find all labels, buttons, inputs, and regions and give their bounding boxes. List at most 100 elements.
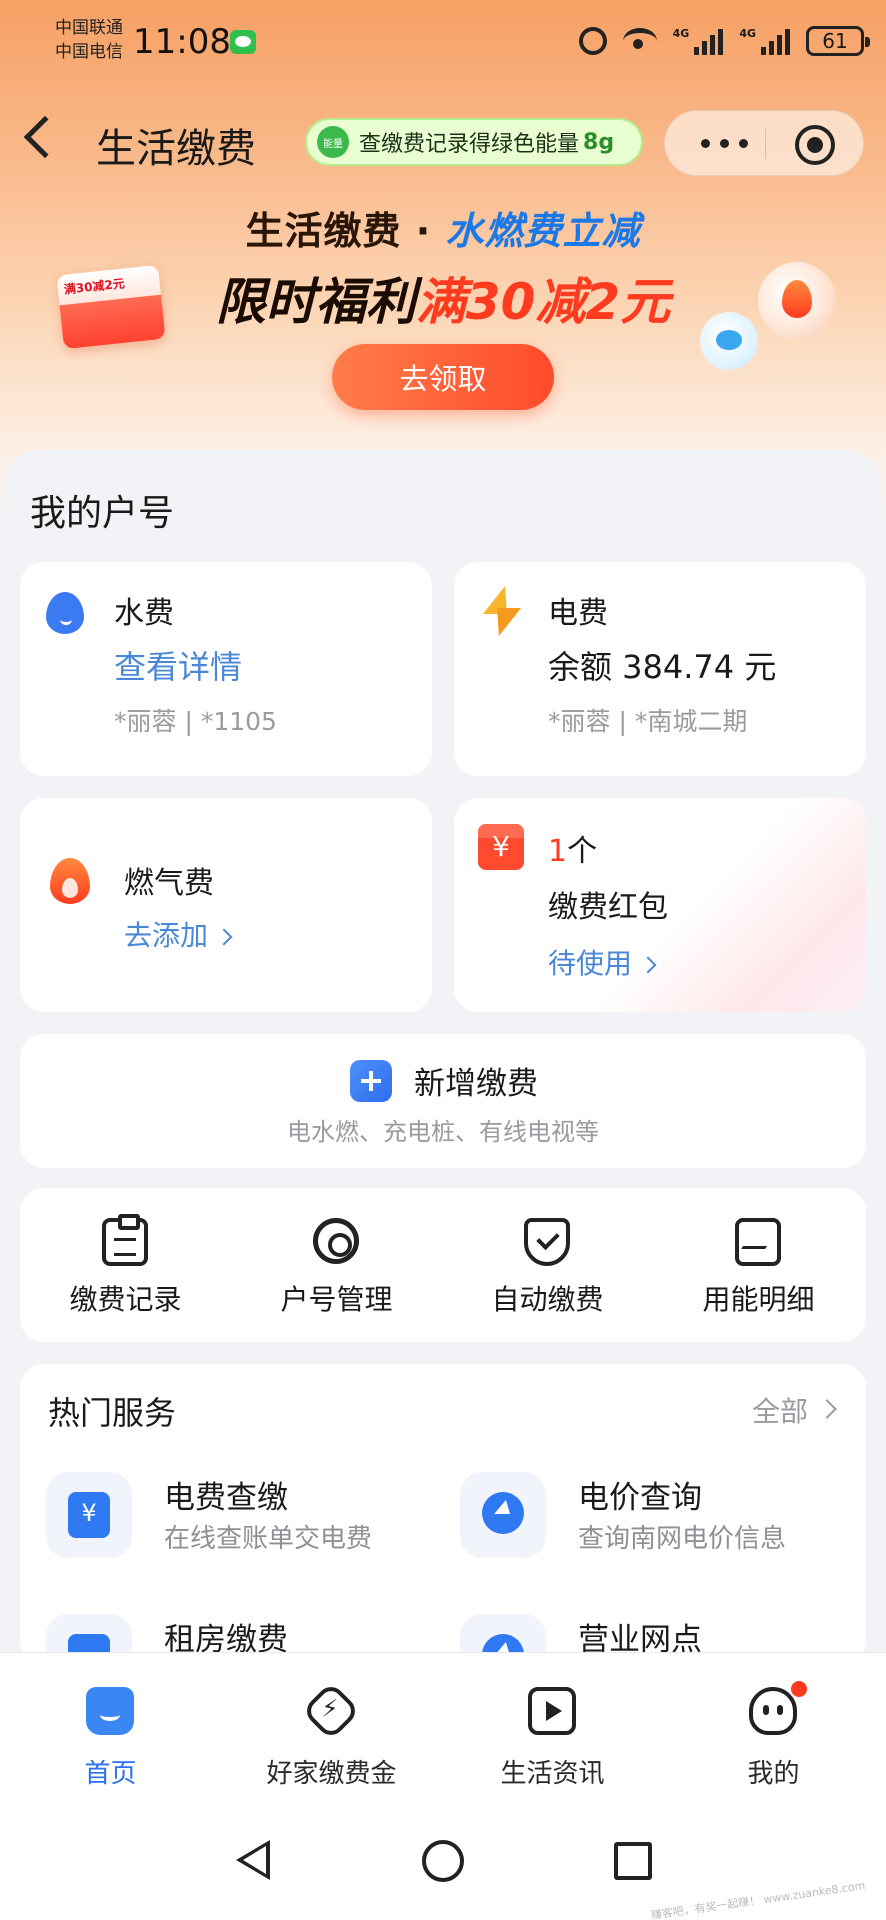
- gas-add-label: 去添加: [124, 919, 209, 952]
- system-navigation-bar: 赚客吧，有奖一起赚！ www.zuanke8.com: [0, 1790, 886, 1920]
- gear-icon: [313, 1218, 359, 1264]
- tool-usage-details[interactable]: 用能明细: [653, 1188, 864, 1342]
- tool-label: 户号管理: [280, 1283, 393, 1316]
- water-drop-icon: [46, 592, 84, 634]
- chart-doc-icon: [735, 1218, 781, 1266]
- service-name: 电价查询: [578, 1480, 702, 1516]
- chevron-right-icon: [215, 928, 233, 946]
- service-desc: 在线查账单交电费: [164, 1524, 373, 1554]
- page-title: 生活缴费: [96, 126, 256, 172]
- tab-label: 生活资讯: [500, 1759, 605, 1789]
- status-icons: 4G 4G 61: [578, 26, 870, 56]
- redpack-card[interactable]: ¥ 1个 缴费红包 待使用: [454, 798, 866, 1012]
- watermark: 赚客吧，有奖一起赚！ www.zuanke8.com: [650, 1879, 866, 1920]
- receipt-icon: ¥: [46, 1472, 132, 1558]
- tool-account-management[interactable]: 户号管理: [231, 1188, 442, 1342]
- play-icon: [528, 1687, 576, 1735]
- tab-life-news[interactable]: 生活资讯: [442, 1653, 663, 1791]
- lightning-icon: [480, 586, 520, 638]
- promo-line2-prefix: 限时福利: [215, 273, 416, 331]
- water-card-name: 水费: [114, 596, 174, 631]
- tools-row: 缴费记录 户号管理 自动缴费 用能明细: [20, 1188, 866, 1342]
- add-payment-subtitle: 电水燃、充电桩、有线电视等: [287, 1118, 599, 1146]
- promo-line1-highlight: 水燃费立减: [445, 209, 641, 253]
- clipboard-icon: [102, 1214, 148, 1266]
- green-energy-pill[interactable]: 能量 查缴费记录得绿色能量 8g: [305, 118, 643, 166]
- energy-pill-amount: 8g: [583, 129, 615, 155]
- flame-ball-icon: [758, 262, 836, 340]
- gas-card-name: 燃气费: [124, 866, 214, 901]
- redpack-use-label: 待使用: [548, 947, 633, 980]
- system-home-icon[interactable]: [422, 1840, 464, 1882]
- tool-label: 缴费记录: [69, 1283, 182, 1316]
- tab-label: 好家缴费金: [266, 1759, 397, 1789]
- chevron-right-icon: [639, 956, 657, 974]
- energy-leaf-icon: 能量: [317, 126, 349, 158]
- system-back-icon[interactable]: [236, 1840, 270, 1880]
- miniapp-capsule: [664, 110, 864, 176]
- tab-home[interactable]: 首页: [0, 1653, 221, 1791]
- service-electric-pay[interactable]: ¥ 电费查缴 在线查账单交电费: [46, 1472, 446, 1572]
- status-time: 11:08: [133, 22, 231, 62]
- gas-card[interactable]: 燃气费 去添加: [20, 798, 432, 1012]
- red-envelope-label: 满30减2元: [63, 276, 126, 297]
- tab-payment-gold[interactable]: 好家缴费金: [221, 1653, 442, 1791]
- water-ball-icon: [700, 312, 758, 370]
- red-envelope-illustration: 满30减2元: [56, 264, 166, 350]
- more-icon[interactable]: [701, 131, 757, 155]
- redpack-use-link[interactable]: 待使用: [548, 942, 657, 982]
- shield-check-icon: [524, 1218, 570, 1266]
- tool-payment-records[interactable]: 缴费记录: [20, 1188, 231, 1342]
- notification-dot: [789, 1679, 809, 1699]
- redpack-card-name: 缴费红包: [548, 890, 668, 925]
- electric-card-meta: *丽蓉 | *南城二期: [548, 707, 748, 736]
- lightning-badge-icon: [301, 1681, 361, 1741]
- status-bar: 中国联通 中国电信 11:08 4G 4G 61: [0, 0, 886, 90]
- water-card[interactable]: 水费 查看详情 *丽蓉 | *1105: [20, 562, 432, 776]
- electric-card[interactable]: 电费 余额 384.74 元 *丽蓉 | *南城二期: [454, 562, 866, 776]
- electric-balance: 余额 384.74 元: [548, 648, 777, 686]
- electric-card-name: 电费: [548, 596, 608, 631]
- section-title-accounts: 我的户号: [30, 493, 175, 534]
- system-recents-icon[interactable]: [614, 1842, 652, 1880]
- bottom-tab-bar: 首页 好家缴费金 生活资讯 我的: [0, 1652, 886, 1790]
- carrier-1: 中国联通: [55, 18, 123, 38]
- plus-icon: [350, 1060, 392, 1102]
- redpack-count-number: 1: [548, 834, 568, 869]
- bulb-bolt-icon: [460, 1472, 546, 1558]
- wechat-icon: [230, 30, 256, 54]
- chevron-right-icon: [817, 1399, 837, 1419]
- close-miniapp-icon[interactable]: [795, 125, 835, 165]
- signal-icon-2: 4G: [739, 27, 790, 55]
- add-payment-title: 新增缴费: [414, 1066, 538, 1102]
- energy-pill-text: 查缴费记录得绿色能量: [359, 132, 580, 157]
- promo-banner-line1: 生活缴费 · 水燃费立减: [0, 200, 886, 255]
- water-card-meta: *丽蓉 | *1105: [114, 707, 277, 736]
- service-price-query[interactable]: 电价查询 查询南网电价信息: [460, 1472, 860, 1572]
- tool-label: 自动缴费: [491, 1283, 604, 1316]
- redpack-count-unit: 个: [567, 834, 598, 869]
- water-details-link[interactable]: 查看详情: [114, 642, 242, 688]
- alarm-icon: [578, 27, 607, 55]
- gas-add-link[interactable]: 去添加: [124, 914, 233, 954]
- hot-services-title: 热门服务: [48, 1394, 177, 1432]
- capsule-divider: [765, 129, 766, 159]
- tab-me[interactable]: 我的: [663, 1653, 884, 1791]
- tool-auto-pay[interactable]: 自动缴费: [442, 1188, 653, 1342]
- add-payment-card[interactable]: 新增缴费 电水燃、充电桩、有线电视等: [20, 1034, 866, 1168]
- wifi-icon: [622, 28, 657, 54]
- hot-services-all-link[interactable]: 全部: [752, 1390, 808, 1430]
- tab-label: 我的: [747, 1759, 800, 1789]
- tool-label: 用能明细: [702, 1283, 815, 1316]
- claim-button[interactable]: 去领取: [332, 344, 554, 410]
- home-icon: [86, 1687, 134, 1735]
- service-desc: 查询南网电价信息: [578, 1524, 787, 1554]
- promo-line1-prefix: 生活缴费 ·: [245, 209, 446, 253]
- service-name: 电费查缴: [164, 1480, 288, 1516]
- network-type-1: 4G: [672, 27, 690, 40]
- network-type-2: 4G: [739, 27, 756, 40]
- tab-label: 首页: [84, 1759, 137, 1789]
- carrier-info: 中国联通 中国电信: [55, 16, 123, 64]
- redpack-count: 1个: [548, 826, 597, 870]
- battery-icon: 61: [806, 26, 870, 56]
